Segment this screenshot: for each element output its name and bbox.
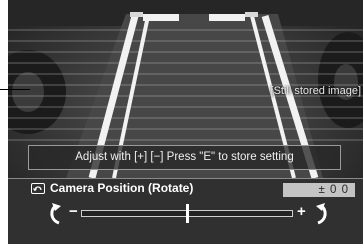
camera-rotate-icon [31,183,45,194]
rotate-counterclockwise-icon[interactable] [46,201,64,227]
still-image-label: [Still stored image] [270,85,361,97]
panel-title: Camera Position (Rotate) [50,181,194,195]
camera-position-panel: Camera Position (Rotate) ± 0 0 − + [8,178,363,244]
camera-screen: [Still stored image] Adjust with [+] [−]… [8,0,363,244]
callout-pointer-line [0,89,30,90]
adjust-hint: Adjust with [+] [−] Press "E" to store s… [28,145,341,170]
plus-button[interactable]: + [297,203,306,221]
rotation-value: ± 0 0 [283,183,355,197]
rotation-slider-thumb[interactable] [185,204,189,223]
minus-button[interactable]: − [69,203,78,221]
rotate-clockwise-icon[interactable] [313,201,331,227]
